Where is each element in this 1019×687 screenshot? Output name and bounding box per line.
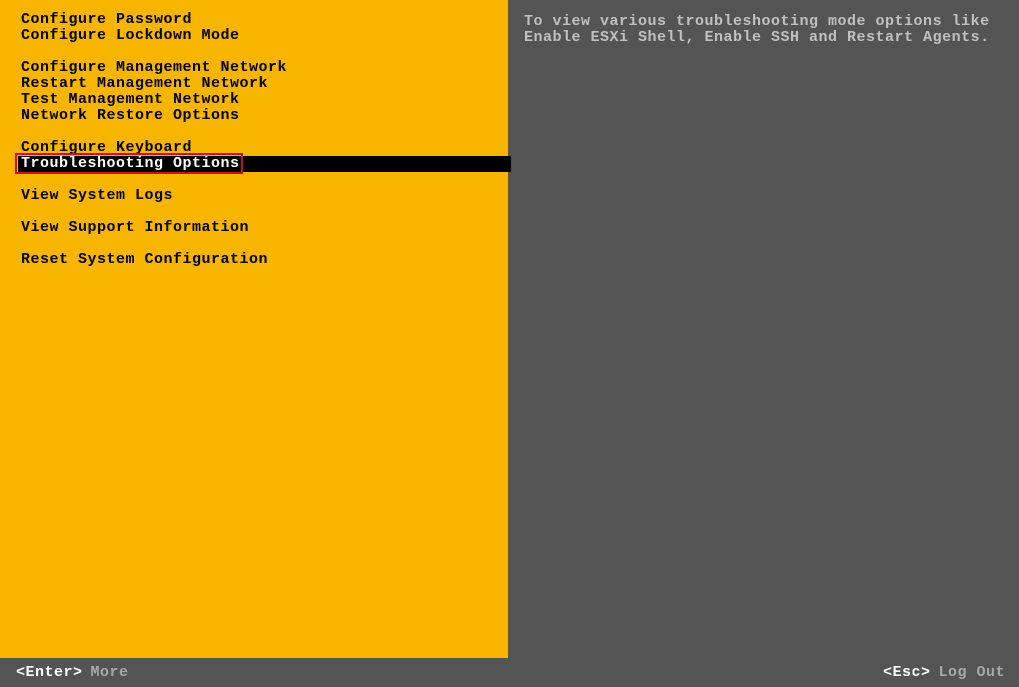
footer-right: <Esc> Log Out [883,664,1005,681]
menu-item-view-support-information[interactable]: View Support Information [0,220,508,236]
menu-item-network-restore-options[interactable]: Network Restore Options [0,108,508,124]
menu-spacer [0,124,508,140]
footer-left: <Enter> More [16,664,129,681]
menu-spacer [0,204,508,220]
menu-item-configure-lockdown-mode[interactable]: Configure Lockdown Mode [0,28,508,44]
enter-key-label: <Enter> [16,664,83,681]
menu-item-configure-keyboard[interactable]: Configure Keyboard [0,140,508,156]
menu-item-test-management-network[interactable]: Test Management Network [0,92,508,108]
menu-item-restart-management-network[interactable]: Restart Management Network [0,76,508,92]
menu-spacer [0,236,508,252]
menu-item-reset-system-configuration[interactable]: Reset System Configuration [0,252,508,268]
menu-spacer [0,172,508,188]
menu-item-view-system-logs[interactable]: View System Logs [0,188,508,204]
esc-action-label: Log Out [938,664,1005,681]
main-container: Configure PasswordConfigure Lockdown Mod… [0,0,1019,658]
menu-item-configure-password[interactable]: Configure Password [0,12,508,28]
menu-spacer [0,44,508,60]
description-pane: To view various troubleshooting mode opt… [508,0,1019,658]
footer-bar: <Enter> More <Esc> Log Out [0,658,1019,687]
description-text: To view various troubleshooting mode opt… [524,14,1005,46]
esc-key-label: <Esc> [883,664,931,681]
menu-item-troubleshooting-options[interactable]: Troubleshooting Options [18,156,511,172]
menu-list: Configure PasswordConfigure Lockdown Mod… [0,0,508,268]
menu-item-configure-management-network[interactable]: Configure Management Network [0,60,508,76]
menu-pane: Configure PasswordConfigure Lockdown Mod… [0,0,508,658]
enter-action-label: More [91,664,129,681]
